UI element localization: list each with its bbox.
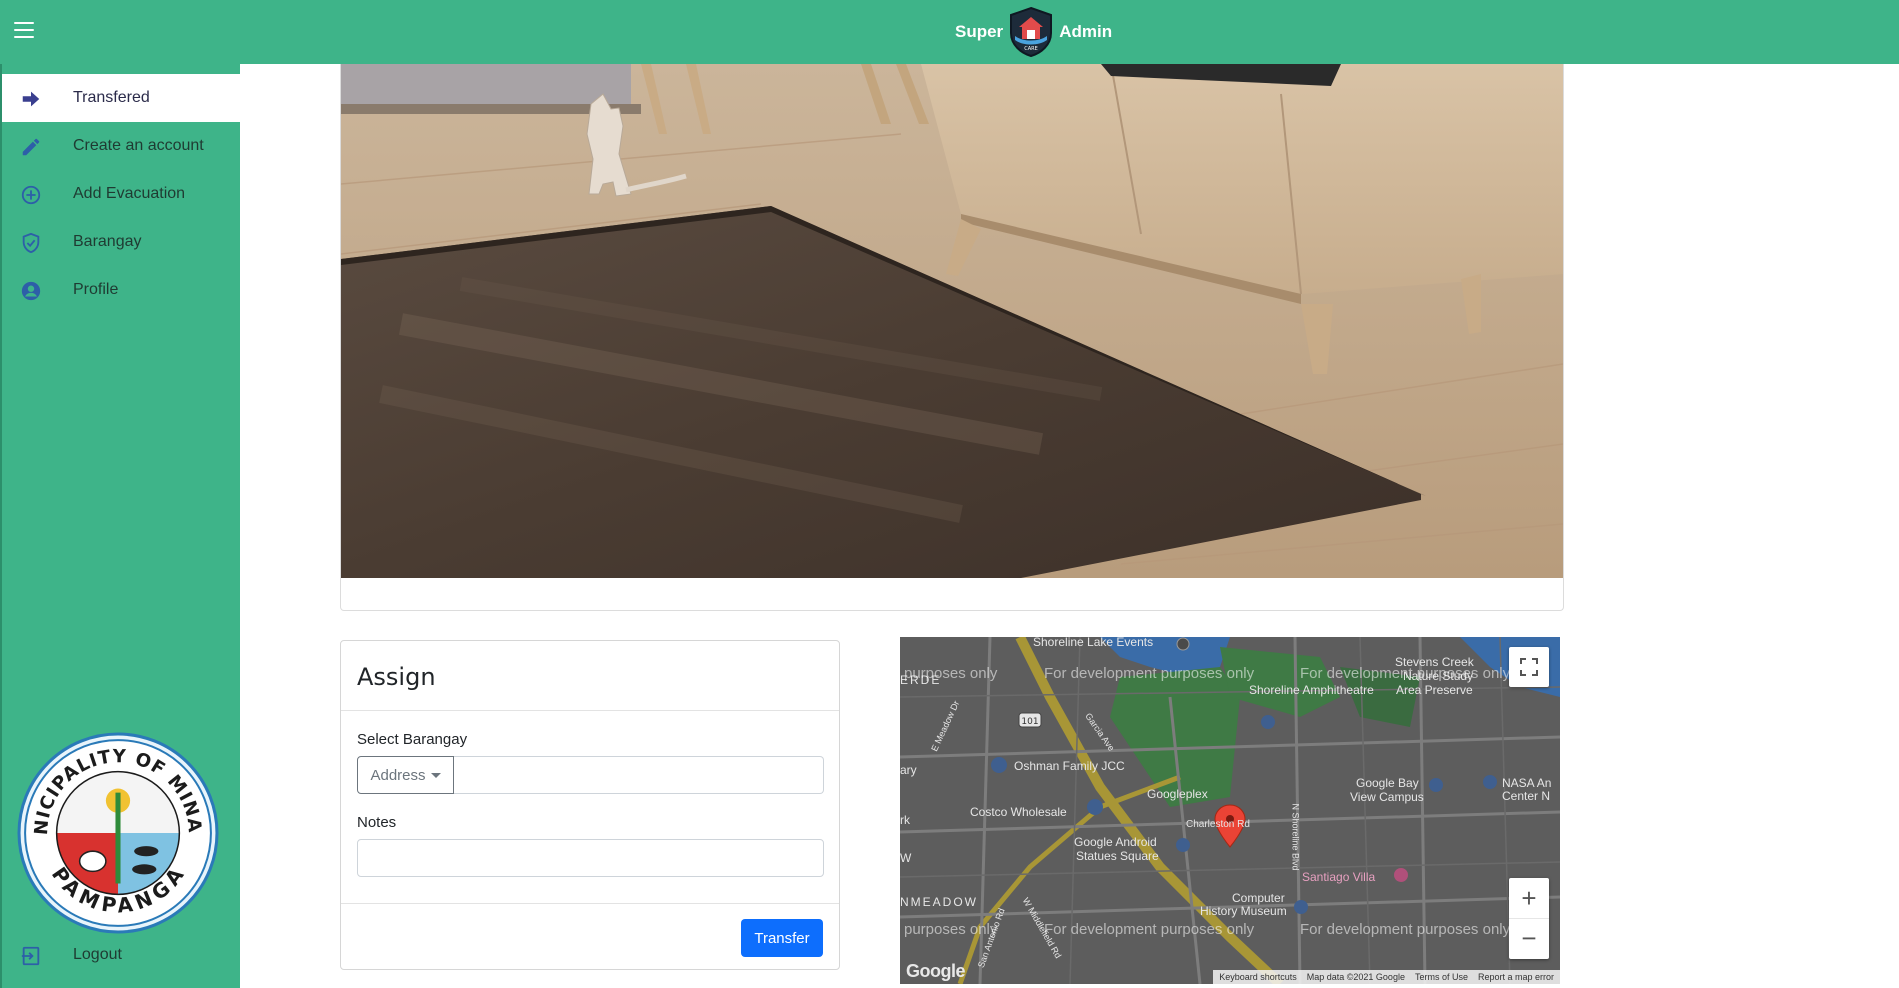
sidebar-item-label: Transfered xyxy=(73,89,150,106)
top-app-bar: Super CARE Admin xyxy=(0,0,1899,64)
google-map[interactable]: 101 Shoreline Lake Events Stevens Creek … xyxy=(900,637,1560,984)
assign-card-footer: Transfer xyxy=(341,904,839,969)
report-map-error-link[interactable]: Report a map error xyxy=(1478,972,1554,982)
map-place-label: Santiago Villa xyxy=(1302,870,1376,884)
fullscreen-icon xyxy=(1520,658,1538,676)
assign-card: Assign Select Barangay Address Notes Tra… xyxy=(340,640,840,970)
zoom-out-button[interactable]: − xyxy=(1509,919,1549,959)
map-place-label: Statues Square xyxy=(1076,849,1159,863)
assign-title: Assign xyxy=(357,663,436,691)
caret-down-icon xyxy=(430,772,441,778)
hamburger-menu-icon[interactable] xyxy=(14,22,34,40)
map-place-label: Googleplex xyxy=(1147,787,1208,801)
terms-link[interactable]: Terms of Use xyxy=(1415,972,1468,982)
assign-card-body: Select Barangay Address Notes xyxy=(341,711,839,904)
map-footer: Keyboard shortcuts Map data ©2021 Google… xyxy=(1213,970,1560,984)
map-place-label: Center N xyxy=(1502,789,1551,803)
poi-icon xyxy=(1429,778,1443,792)
brand-title-right: Admin xyxy=(1059,22,1113,41)
poi-icon xyxy=(1176,838,1190,852)
map-place-label: Oshman Family JCC xyxy=(1014,759,1125,773)
map-place-label: Shoreline Amphitheatre xyxy=(1249,683,1374,697)
notes-label: Notes xyxy=(357,814,397,831)
highway-shield-label: 101 xyxy=(1021,717,1038,727)
brand: Super CARE Admin xyxy=(955,6,1112,58)
keyboard-shortcuts-link[interactable]: Keyboard shortcuts xyxy=(1219,972,1297,982)
logout-label: Logout xyxy=(73,946,122,963)
select-barangay-label: Select Barangay xyxy=(357,731,468,748)
map-dev-watermark: For development purposes only xyxy=(1300,921,1511,938)
arrow-right-icon xyxy=(22,91,40,107)
sidebar-item-transfered[interactable]: Transfered xyxy=(2,74,240,122)
map-place-label: Area Preserve xyxy=(1396,683,1473,697)
map-place-label: Computer xyxy=(1232,891,1285,905)
sidebar-item-label: Barangay xyxy=(73,233,142,250)
poi-icon xyxy=(1394,868,1408,882)
poi-icon xyxy=(1261,715,1275,729)
user-circle-icon xyxy=(21,281,41,301)
sidebar: Transfered Create an account Add Evacuat… xyxy=(0,64,240,988)
assign-card-header: Assign xyxy=(341,641,839,711)
map-street-label: Charleston Rd xyxy=(1186,819,1250,830)
map-place-label: Google Android xyxy=(1074,835,1157,849)
google-logo[interactable]: Google xyxy=(906,961,966,982)
map-dev-watermark: purposes only xyxy=(904,921,998,938)
transfer-button[interactable]: Transfer xyxy=(741,919,823,957)
poi-icon xyxy=(1483,775,1497,789)
zoom-in-button[interactable]: + xyxy=(1509,879,1549,919)
shield-house-logo-icon: CARE xyxy=(1010,6,1053,58)
notes-input[interactable] xyxy=(357,839,824,877)
evacuation-photo xyxy=(341,64,1563,578)
map-street-label: N Shoreline Blvd xyxy=(1290,803,1301,871)
poi-icon xyxy=(1087,799,1103,815)
evacuation-image-card xyxy=(340,64,1564,611)
map-place-label: ary xyxy=(900,763,917,777)
sidebar-item-create-account[interactable]: Create an account xyxy=(2,122,240,170)
plus-circle-icon xyxy=(21,185,41,205)
zoom-control: + − xyxy=(1509,878,1549,959)
map-area-label: NMEADOW xyxy=(900,895,978,909)
map-place-label: W xyxy=(900,851,912,865)
sidebar-item-profile[interactable]: Profile xyxy=(2,266,240,314)
shield-check-icon xyxy=(22,232,40,254)
map-data-attribution: Map data ©2021 Google xyxy=(1306,972,1405,982)
sidebar-item-barangay[interactable]: Barangay xyxy=(2,218,240,266)
address-dropdown-button[interactable]: Address xyxy=(357,756,454,794)
map-dev-watermark: For development purposes only xyxy=(1044,665,1255,682)
municipality-seal-logo: MUNICIPALITY OF MINALIN PAMPANGA xyxy=(17,732,219,934)
sidebar-item-label: Create an account xyxy=(73,137,204,154)
sidebar-item-label: Profile xyxy=(73,281,119,298)
map-place-label: Shoreline Lake Events xyxy=(1033,637,1154,649)
sidebar-item-add-evacuation[interactable]: Add Evacuation xyxy=(2,170,240,218)
map-place-label: NASA An xyxy=(1502,776,1552,790)
brand-title-left: Super xyxy=(955,22,1004,41)
address-input[interactable] xyxy=(454,756,824,794)
poi-icon xyxy=(1294,900,1308,914)
poi-icon xyxy=(991,757,1007,773)
fullscreen-button[interactable] xyxy=(1509,647,1549,687)
pencil-icon xyxy=(22,138,40,156)
map-dev-watermark: purposes only xyxy=(904,665,998,682)
logout-button[interactable]: Logout xyxy=(2,931,240,979)
map-place-label: View Campus xyxy=(1350,790,1424,804)
address-dropdown-label: Address xyxy=(370,766,426,784)
map-dev-watermark: For development purposes only xyxy=(1044,921,1255,938)
map-place-label: rk xyxy=(900,813,910,827)
logo-caption: CARE xyxy=(1024,46,1038,52)
map-place-label: History Museum xyxy=(1200,904,1287,918)
poi-icon xyxy=(1176,637,1190,651)
map-place-label: Costco Wholesale xyxy=(970,805,1067,819)
map-place-label: Google Bay xyxy=(1356,776,1419,790)
logout-icon xyxy=(21,946,40,966)
map-dev-watermark: For development purposes only xyxy=(1300,665,1511,682)
barangay-input-group: Address xyxy=(357,756,824,794)
sidebar-item-label: Add Evacuation xyxy=(73,185,186,202)
